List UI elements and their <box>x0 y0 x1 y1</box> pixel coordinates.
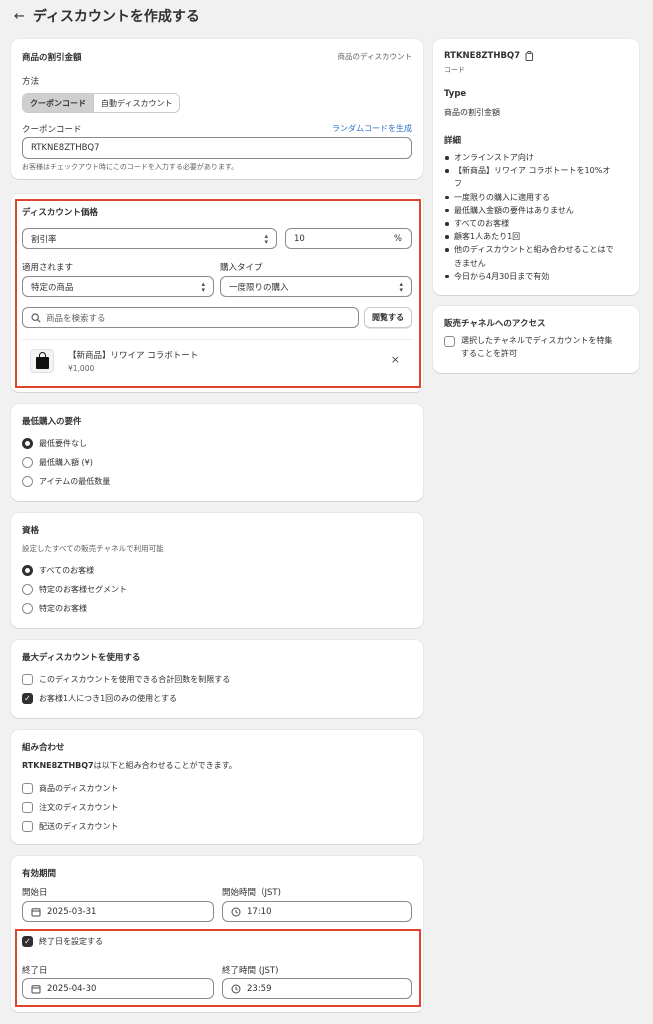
min-option-none[interactable]: 最低要件なし <box>22 438 87 449</box>
details-item-line: 他のディスカウントと組み合わせることはで <box>454 245 614 255</box>
radio-label: 最低購入額 (¥) <box>39 458 93 467</box>
method-automatic-button[interactable]: 自動ディスカウント <box>93 94 180 112</box>
method-coupon-code-button[interactable]: クーポンコード <box>23 94 93 112</box>
checkbox-label: お客様1人につき1回のみの使用とする <box>39 694 177 703</box>
summary-type-title: Type <box>444 89 467 99</box>
checkmark-icon: ✓ <box>22 693 33 704</box>
method-card: 商品の割引金額 商品のディスカウント 方法 クーポンコード 自動ディスカウント … <box>11 39 423 179</box>
page-header: ← ディスカウントを作成する <box>14 6 200 26</box>
checkbox-icon <box>22 821 33 832</box>
details-item: 他のディスカウントと組み合わせることはで きません <box>444 243 632 269</box>
combine-product-discounts-checkbox[interactable]: 商品のディスカウント <box>22 783 118 794</box>
min-option-quantity[interactable]: アイテムの最低数量 <box>22 476 110 487</box>
max-uses-title: 最大ディスカウントを使用する <box>22 653 141 663</box>
summary-card: RTKNE8ZTHBQ7 コード Type 商品の割引金額 詳細 オンラインスト… <box>433 39 639 295</box>
min-option-amount[interactable]: 最低購入額 (¥) <box>22 457 93 468</box>
details-item-line: 【新商品】リワイア コラボトートを10%オ <box>454 166 611 176</box>
limit-total-uses-checkbox[interactable]: このディスカウントを使用できる合計回数を制限する <box>22 674 230 685</box>
radio-icon <box>22 457 33 468</box>
eligibility-subtitle: 設定したすべての販売チャネルで利用可能 <box>22 544 164 553</box>
details-item: 最低購入金額の要件はありません <box>444 204 632 217</box>
sales-channel-title: 販売チャネルへのアクセス <box>444 319 546 329</box>
details-item: 【新商品】リワイア コラボトートを10%オフ <box>444 164 632 190</box>
details-item: オンラインストア向け <box>444 151 632 164</box>
combine-order-discounts-checkbox[interactable]: 注文のディスカウント <box>22 802 118 813</box>
coupon-code-value: RTKNE8ZTHBQ7 <box>31 143 100 153</box>
combine-shipping-discounts-checkbox[interactable]: 配送のディスカウント <box>22 821 118 832</box>
back-arrow-icon[interactable]: ← <box>14 9 25 24</box>
page-title: ディスカウントを作成する <box>32 9 200 25</box>
start-time-label: 開始時間（JST) <box>222 888 281 898</box>
details-item: 一度限りの購入に適用する <box>444 191 632 204</box>
calendar-icon <box>31 907 41 916</box>
checkbox-label: 注文のディスカウント <box>39 803 119 812</box>
checkbox-label: このディスカウントを使用できる合計回数を制限する <box>39 675 231 684</box>
summary-type-value: 商品の割引金額 <box>444 108 500 117</box>
coupon-code-label: クーポンコード <box>22 125 82 135</box>
method-label: 方法 <box>22 77 40 87</box>
method-segmented-control: クーポンコード 自動ディスカウント <box>22 93 181 113</box>
start-time-input[interactable]: 17:10 <box>222 901 412 922</box>
details-item-line: きません <box>454 258 486 268</box>
summary-details-title: 詳細 <box>444 136 462 146</box>
radio-icon <box>22 603 33 614</box>
summary-code-row: RTKNE8ZTHBQ7 <box>444 51 534 61</box>
eligibility-all-customers[interactable]: すべてのお客様 <box>22 565 94 576</box>
radio-label: すべてのお客様 <box>39 566 95 575</box>
checkbox-label-line: 選択したチャネルでディスカウントを特集 <box>461 336 613 345</box>
radio-label: アイテムの最低数量 <box>39 477 111 486</box>
summary-code-sub: コード <box>444 66 465 74</box>
discount-type-tag: 商品のディスカウント <box>337 52 412 61</box>
combinations-description-text: は以下と組み合わせることができます。 <box>93 761 237 770</box>
highlight-box-discount-value <box>15 199 421 388</box>
combinations-title: 組み合わせ <box>22 743 65 753</box>
summary-code: RTKNE8ZTHBQ7 <box>444 51 521 61</box>
minimum-requirements-card: 最低購入の要件 最低要件なし 最低購入額 (¥) アイテムの最低数量 <box>11 404 423 501</box>
coupon-code-input[interactable]: RTKNE8ZTHBQ7 <box>22 137 412 159</box>
checkbox-label: 商品のディスカウント <box>39 784 119 793</box>
summary-details-list: オンラインストア向け 【新商品】リワイア コラボトートを10%オフ 一度限りの購… <box>444 151 632 283</box>
details-item: 顧客1人あたり1回 <box>444 230 632 243</box>
eligibility-title: 資格 <box>22 526 40 536</box>
radio-label: 特定のお客様 <box>39 604 87 613</box>
details-item: すべてのお客様 <box>444 217 632 230</box>
checkbox-icon <box>22 674 33 685</box>
checkbox-label: 配送のディスカウント <box>39 822 119 831</box>
checkbox-icon <box>22 802 33 813</box>
details-item-line: フ <box>454 179 462 189</box>
eligibility-specific-customers[interactable]: 特定のお客様 <box>22 603 87 614</box>
checkbox-label-line: することを許可 <box>461 348 517 358</box>
clock-icon <box>231 907 241 916</box>
radio-icon <box>22 476 33 487</box>
radio-icon <box>22 584 33 595</box>
max-uses-card: 最大ディスカウントを使用する このディスカウントを使用できる合計回数を制限する … <box>11 640 423 718</box>
one-per-customer-checkbox[interactable]: ✓ お客様1人につき1回のみの使用とする <box>22 693 177 704</box>
checkbox-label: 選択したチャネルでディスカウントを特集 することを許可 <box>461 335 612 360</box>
checkbox-icon <box>444 336 455 347</box>
combinations-card: 組み合わせ RTKNE8ZTHBQ7は以下と組み合わせることができます。 商品の… <box>11 730 423 844</box>
eligibility-card: 資格 設定したすべての販売チャネルで利用可能 すべてのお客様 特定のお客様セグメ… <box>11 513 423 628</box>
eligibility-segments[interactable]: 特定のお客様セグメント <box>22 584 127 595</box>
method-card-title: 商品の割引金額 <box>22 53 82 63</box>
radio-label: 特定のお客様セグメント <box>39 585 127 594</box>
radio-selected-icon <box>22 438 33 449</box>
details-item: 今日から4月30日まで有効 <box>444 270 632 283</box>
coupon-code-hint: お客様はチェックアウト時にこのコードを入力する必要があります。 <box>22 163 239 171</box>
start-time-value: 17:10 <box>247 906 272 917</box>
active-dates-title: 有効期間 <box>22 869 57 879</box>
minimum-requirements-title: 最低購入の要件 <box>22 417 82 427</box>
sales-channel-card: 販売チャネルへのアクセス 選択したチャネルでディスカウントを特集 することを許可 <box>433 306 639 373</box>
generate-random-code-link[interactable]: ランダムコードを生成 <box>332 123 412 134</box>
radio-selected-icon <box>22 565 33 576</box>
combinations-code: RTKNE8ZTHBQ7 <box>22 761 94 770</box>
highlight-box-end-date <box>15 929 421 1007</box>
radio-label: 最低要件なし <box>39 439 87 448</box>
start-date-value: 2025-03-31 <box>47 906 97 917</box>
checkbox-icon <box>22 783 33 794</box>
copy-icon[interactable] <box>525 51 534 61</box>
combinations-description: RTKNE8ZTHBQ7は以下と組み合わせることができます。 <box>22 760 237 771</box>
start-date-label: 開始日 <box>22 888 48 898</box>
start-date-input[interactable]: 2025-03-31 <box>22 901 214 922</box>
feature-on-channels-checkbox[interactable]: 選択したチャネルでディスカウントを特集 することを許可 <box>444 335 612 360</box>
